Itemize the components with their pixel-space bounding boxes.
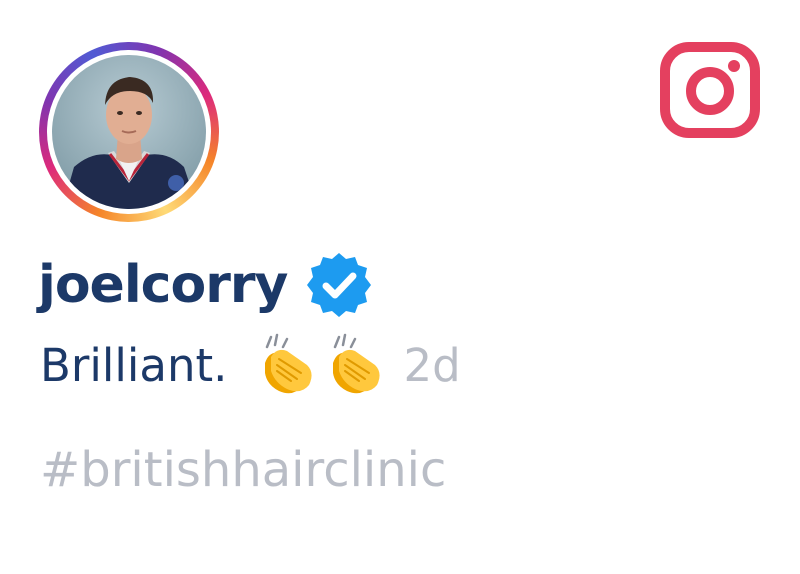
avatar[interactable] (52, 55, 206, 209)
clapping-hands-icon (325, 333, 389, 397)
username-row: joelcorry (38, 250, 373, 320)
avatar-photo (52, 55, 206, 209)
username[interactable]: joelcorry (38, 259, 288, 311)
comment-text: Brilliant. (40, 338, 228, 392)
instagram-icon[interactable] (660, 42, 760, 138)
story-ring[interactable] (39, 42, 219, 222)
comment-row: Brilliant. 2d (40, 330, 461, 400)
emoji-group (257, 333, 393, 397)
clapping-hands-icon (257, 333, 321, 397)
verified-badge-icon (305, 251, 373, 319)
timestamp: 2d (403, 338, 461, 392)
hashtag[interactable]: #britishhairclinic (40, 446, 446, 494)
